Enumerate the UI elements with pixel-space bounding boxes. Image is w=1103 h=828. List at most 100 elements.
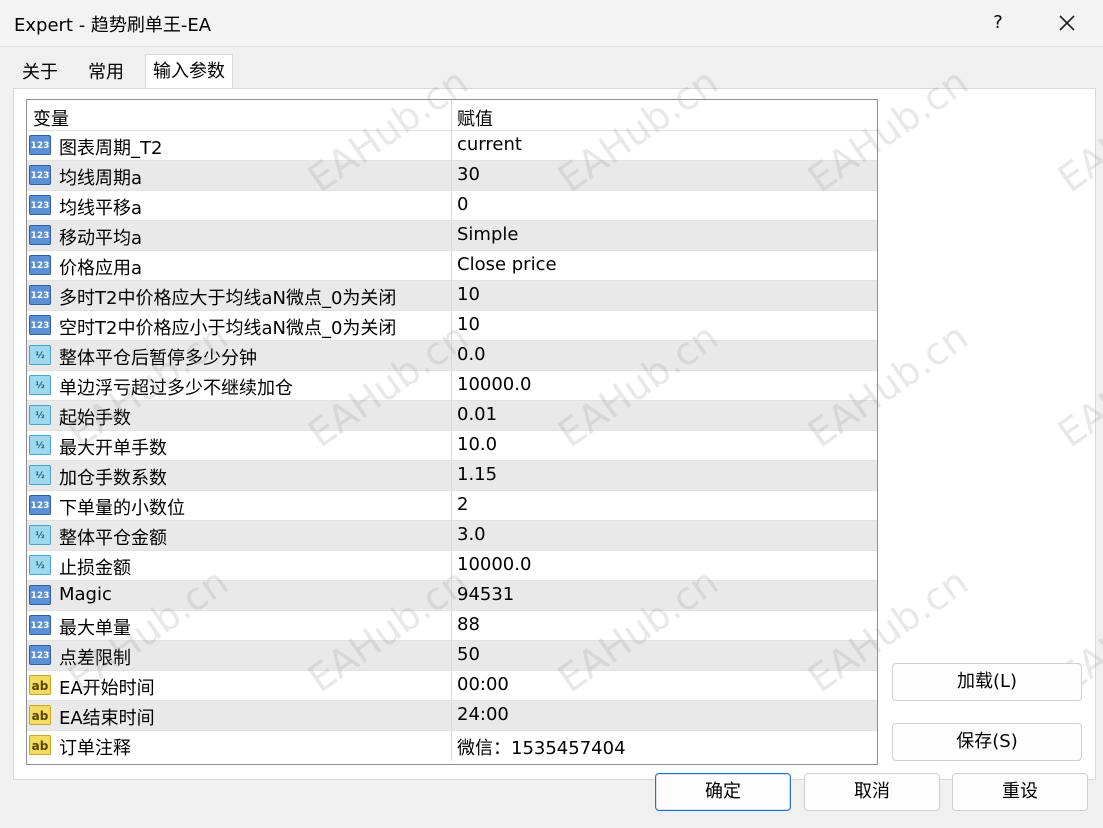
parameter-value[interactable]: 10.0 — [457, 434, 497, 455]
table-row[interactable]: ½ 止损金额 10000.0 — [27, 550, 877, 581]
parameter-name: 点差限制 — [59, 648, 131, 669]
reset-button[interactable]: 重设 — [952, 773, 1088, 811]
column-divider — [451, 461, 452, 491]
column-divider — [451, 371, 452, 401]
column-header-variable[interactable]: 变量 — [33, 105, 69, 131]
parameter-name: 整体平仓后暂停多少分钟 — [59, 348, 257, 369]
int-type-icon: 123 — [29, 315, 51, 335]
parameter-name: 整体平仓金额 — [59, 528, 167, 549]
parameter-name: 空时T2中价格应小于均线aN微点_0为关闭 — [59, 318, 397, 339]
close-icon — [1059, 15, 1075, 31]
table-row[interactable]: 123 图表周期_T2 current — [27, 130, 877, 161]
table-row[interactable]: 123 价格应用a Close price — [27, 250, 877, 281]
parameter-name: 加仓手数系数 — [59, 468, 167, 489]
parameter-value[interactable]: 88 — [457, 614, 480, 635]
cancel-button[interactable]: 取消 — [804, 773, 940, 811]
column-divider — [451, 341, 452, 371]
str-type-icon: ab — [29, 705, 51, 725]
parameters-grid[interactable]: 变量 赋值 123 图表周期_T2 current 123 均线周期a 30 123 均线平移… — [26, 99, 878, 765]
parameter-name: EA结束时间 — [59, 708, 155, 729]
column-divider — [451, 191, 452, 221]
column-divider — [451, 521, 452, 551]
close-button[interactable] — [1038, 4, 1096, 42]
table-row[interactable]: 123 下单量的小数位 2 — [27, 490, 877, 521]
column-divider — [451, 311, 452, 341]
column-divider — [451, 131, 452, 161]
int-type-icon: 123 — [29, 645, 51, 665]
parameter-value[interactable]: 0 — [457, 194, 468, 215]
parameter-value[interactable]: 00:00 — [457, 674, 509, 695]
dbl-type-icon: ½ — [29, 555, 51, 575]
parameter-name: 订单注释 — [59, 738, 131, 759]
table-row[interactable]: ½ 加仓手数系数 1.15 — [27, 460, 877, 491]
str-type-icon: ab — [29, 675, 51, 695]
parameter-name: 最大开单手数 — [59, 438, 167, 459]
parameter-name: 移动平均a — [59, 228, 143, 249]
table-row[interactable]: ½ 单边浮亏超过多少不继续加仓 10000.0 — [27, 370, 877, 401]
int-type-icon: 123 — [29, 165, 51, 185]
parameter-value[interactable]: 50 — [457, 644, 480, 665]
parameter-value[interactable]: 94531 — [457, 584, 514, 605]
table-row[interactable]: 123 点差限制 50 — [27, 640, 877, 671]
help-button[interactable]: ? — [970, 4, 1026, 42]
table-row[interactable]: 123 多时T2中价格应大于均线aN微点_0为关闭 10 — [27, 280, 877, 311]
int-type-icon: 123 — [29, 615, 51, 635]
parameter-value[interactable]: current — [457, 134, 522, 155]
column-header-value[interactable]: 赋值 — [457, 105, 493, 131]
column-divider — [451, 161, 452, 191]
tab-common[interactable]: 常用 — [73, 57, 139, 89]
table-row[interactable]: ½ 整体平仓金额 3.0 — [27, 520, 877, 551]
ok-button[interactable]: 确定 — [655, 773, 791, 811]
parameter-value[interactable]: 1.15 — [457, 464, 497, 485]
save-button[interactable]: 保存(S) — [892, 723, 1082, 761]
int-type-icon: 123 — [29, 135, 51, 155]
parameter-value[interactable]: Simple — [457, 224, 518, 245]
table-row[interactable]: 123 均线平移a 0 — [27, 190, 877, 221]
parameter-value[interactable]: 24:00 — [457, 704, 509, 725]
column-divider — [451, 701, 452, 731]
parameter-value[interactable]: Close price — [457, 254, 557, 275]
dbl-type-icon: ½ — [29, 345, 51, 365]
table-row[interactable]: 123 移动平均a Simple — [27, 220, 877, 251]
parameter-value[interactable]: 2 — [457, 494, 468, 515]
column-divider — [451, 641, 452, 671]
table-row[interactable]: ½ 整体平仓后暂停多少分钟 0.0 — [27, 340, 877, 371]
parameter-value[interactable]: 10 — [457, 284, 480, 305]
dbl-type-icon: ½ — [29, 405, 51, 425]
table-row[interactable]: ½ 起始手数 0.01 — [27, 400, 877, 431]
load-button[interactable]: 加载(L) — [892, 663, 1082, 701]
parameter-value[interactable]: 3.0 — [457, 524, 486, 545]
column-divider — [451, 551, 452, 581]
int-type-icon: 123 — [29, 285, 51, 305]
parameter-name: 均线平移a — [59, 198, 143, 219]
table-row[interactable]: 123 均线周期a 30 — [27, 160, 877, 191]
parameter-value[interactable]: 10000.0 — [457, 554, 531, 575]
int-type-icon: 123 — [29, 495, 51, 515]
tab-inputs[interactable]: 输入参数 — [145, 54, 233, 90]
parameter-name: 下单量的小数位 — [59, 498, 185, 519]
table-row[interactable]: 123 最大单量 88 — [27, 610, 877, 641]
table-row[interactable]: ab EA开始时间 00:00 — [27, 670, 877, 701]
parameter-name: 最大单量 — [59, 618, 131, 639]
parameter-value[interactable]: 10 — [457, 314, 480, 335]
tab-about[interactable]: 关于 — [13, 57, 67, 89]
parameter-value[interactable]: 微信：1535457404 — [457, 734, 626, 760]
int-type-icon: 123 — [29, 585, 51, 605]
parameter-value[interactable]: 0.0 — [457, 344, 486, 365]
table-row[interactable]: ab 订单注释 微信：1535457404 — [27, 730, 877, 761]
grid-header: 变量 赋值 — [27, 100, 877, 130]
table-row[interactable]: 123 Magic 94531 — [27, 580, 877, 611]
int-type-icon: 123 — [29, 225, 51, 245]
table-row[interactable]: ½ 最大开单手数 10.0 — [27, 430, 877, 461]
int-type-icon: 123 — [29, 255, 51, 275]
parameter-value[interactable]: 10000.0 — [457, 374, 531, 395]
parameter-value[interactable]: 0.01 — [457, 404, 497, 425]
column-divider[interactable] — [451, 100, 452, 130]
column-divider — [451, 491, 452, 521]
column-divider — [451, 431, 452, 461]
parameter-value[interactable]: 30 — [457, 164, 480, 185]
parameter-name: 多时T2中价格应大于均线aN微点_0为关闭 — [59, 288, 397, 309]
column-divider — [451, 401, 452, 431]
table-row[interactable]: 123 空时T2中价格应小于均线aN微点_0为关闭 10 — [27, 310, 877, 341]
table-row[interactable]: ab EA结束时间 24:00 — [27, 700, 877, 731]
